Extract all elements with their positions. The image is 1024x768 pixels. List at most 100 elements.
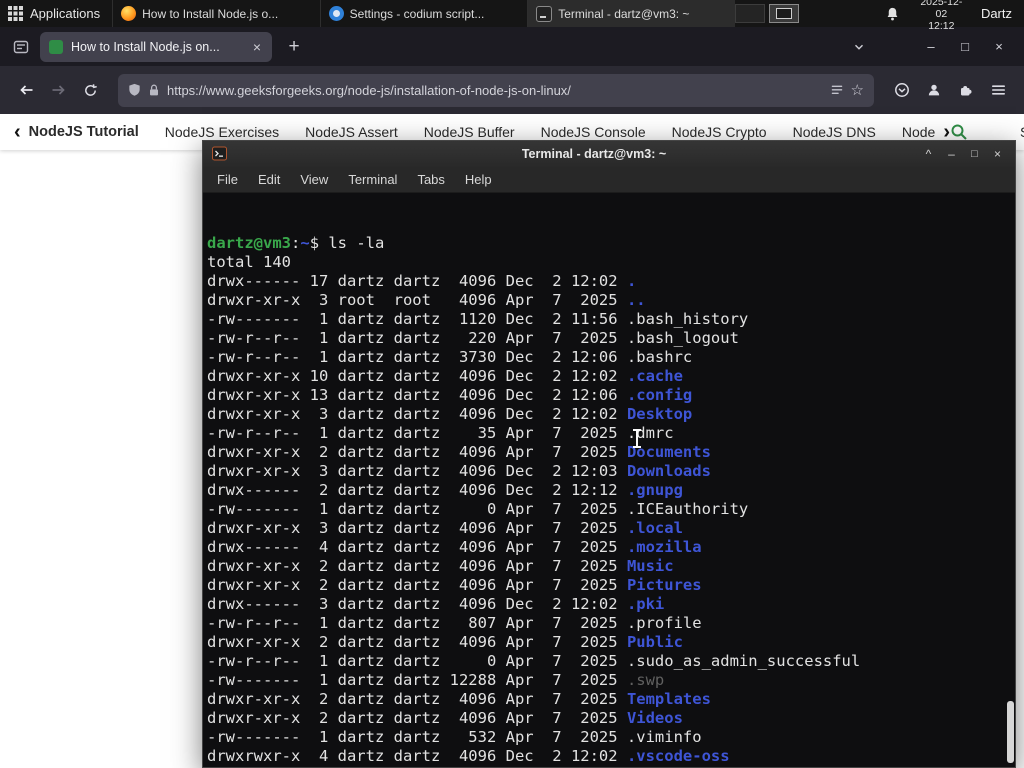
terminal-line: drwxr-xr-x 2 dartz dartz 4096 Apr 7 2025… <box>207 690 1015 709</box>
desktop: Applications How to Install Node.js o...… <box>0 0 1024 768</box>
taskbar-button-firefox[interactable]: How to Install Node.js o... <box>112 0 320 27</box>
terminal-text-segment: -rw------- 1 dartz dartz 48 Dec 2 10:39 … <box>207 766 730 767</box>
terminal-close-button[interactable]: × <box>986 144 1009 164</box>
nav-item-nodejs-dns[interactable]: NodeJS DNS <box>793 124 876 140</box>
menu-hamburger-icon[interactable] <box>982 74 1014 106</box>
terminal-text-segment: .gnupg <box>626 481 683 499</box>
reader-view-icon[interactable] <box>830 83 844 97</box>
top-panel: Applications How to Install Node.js o...… <box>0 0 1024 32</box>
menu-terminal[interactable]: Terminal <box>338 172 407 187</box>
terminal-text-segment: drwx------ 17 dartz dartz 4096 Dec 2 12:… <box>207 272 627 290</box>
terminal-line: -rw------- 1 dartz dartz 48 Dec 2 10:39 … <box>207 766 1015 767</box>
terminal-maximize-button[interactable]: □ <box>963 144 986 164</box>
search-icon[interactable] <box>950 123 968 141</box>
taskbar-button-terminal[interactable]: Terminal - dartz@vm3: ~ <box>527 0 735 27</box>
terminal-line: -rw------- 1 dartz dartz 532 Apr 7 2025 … <box>207 728 1015 747</box>
clock[interactable]: 2025-12-02 12:12 <box>916 0 967 32</box>
applications-grid-icon <box>8 6 23 21</box>
terminal-line: drwxr-xr-x 3 dartz dartz 4096 Dec 2 12:0… <box>207 405 1015 424</box>
reload-button[interactable] <box>74 74 106 106</box>
workspace-switcher[interactable] <box>734 0 799 27</box>
nav-brand-nodejs-tutorial[interactable]: NodeJS Tutorial <box>29 124 139 140</box>
terminal-titlebar[interactable]: Terminal - dartz@vm3: ~ ^ – □ × <box>203 141 1015 167</box>
terminal-text-segment: $ ls -la <box>309 234 385 252</box>
bookmark-star-icon[interactable]: ☆ <box>851 83 864 98</box>
new-tab-button[interactable]: + <box>280 33 308 61</box>
terminal-line: drwxrwxr-x 4 dartz dartz 4096 Dec 2 12:0… <box>207 747 1015 766</box>
nav-item-node-truncated[interactable]: Node <box>902 124 935 140</box>
browser-toolbar: https://www.geeksforgeeks.org/node-js/in… <box>0 66 1024 114</box>
url-bar[interactable]: https://www.geeksforgeeks.org/node-js/in… <box>118 73 874 107</box>
browser-maximize-button[interactable]: □ <box>948 32 982 62</box>
terminal-text-segment: .vscode-oss <box>626 747 730 765</box>
terminal-text-segment: drwxr-xr-x 3 root root 4096 Apr 7 2025 <box>207 291 627 309</box>
terminal-text-segment: -rw------- 1 dartz dartz 0 Apr 7 2025 .I… <box>207 500 749 518</box>
menu-tabs[interactable]: Tabs <box>407 172 454 187</box>
terminal-menubar: File Edit View Terminal Tabs Help <box>203 167 1015 193</box>
account-icon[interactable] <box>918 74 950 106</box>
firefox-view-icon[interactable] <box>8 34 34 60</box>
terminal-output-lines: dartz@vm3:~$ ls -la total 140 drwx------ 1… <box>207 234 1015 767</box>
nav-scroll-right-icon[interactable]: › <box>943 122 950 142</box>
terminal-scrollbar-thumb[interactable] <box>1007 701 1014 763</box>
list-all-tabs-chevron-icon[interactable] <box>844 33 874 61</box>
menu-help[interactable]: Help <box>455 172 502 187</box>
workspace-1[interactable] <box>734 4 765 23</box>
terminal-line: drwxr-xr-x 3 root root 4096 Apr 7 2025 .… <box>207 291 1015 310</box>
terminal-text-segment: -rw-r--r-- 1 dartz dartz 35 Apr 7 2025 .… <box>207 424 674 442</box>
terminal-text-segment: -rw-r--r-- 1 dartz dartz 3730 Dec 2 12:0… <box>207 348 693 366</box>
workspace-2[interactable] <box>768 4 799 23</box>
terminal-line: -rw------- 1 dartz dartz 1120 Dec 2 11:5… <box>207 310 1015 329</box>
terminal-shade-button[interactable]: ^ <box>917 144 940 164</box>
nav-item-nodejs-crypto[interactable]: NodeJS Crypto <box>672 124 767 140</box>
pocket-icon[interactable] <box>886 74 918 106</box>
terminal-line: drwxr-xr-x 2 dartz dartz 4096 Apr 7 2025… <box>207 557 1015 576</box>
terminal-line: drwx------ 2 dartz dartz 4096 Dec 2 12:1… <box>207 481 1015 500</box>
tab-close-icon[interactable]: × <box>251 39 263 55</box>
terminal-text-segment: : <box>291 234 301 252</box>
back-button[interactable] <box>10 74 42 106</box>
terminal-text-segment: Videos <box>626 709 683 727</box>
menu-view[interactable]: View <box>290 172 338 187</box>
browser-close-button[interactable]: × <box>982 32 1016 62</box>
nav-item-nodejs-assert[interactable]: NodeJS Assert <box>305 124 398 140</box>
tab-favicon-gfg <box>49 39 63 54</box>
terminal-minimize-button[interactable]: – <box>940 144 963 164</box>
sign-in-button[interactable]: Sign In <box>1020 124 1024 140</box>
browser-minimize-button[interactable]: – <box>914 32 948 62</box>
terminal-window-icon <box>212 146 227 161</box>
terminal-text-segment: Public <box>626 633 683 651</box>
taskbar-button-settings[interactable]: Settings - codium script... <box>319 0 528 27</box>
terminal-scrollbar[interactable] <box>1005 193 1015 767</box>
terminal-output[interactable]: dartz@vm3:~$ ls -la total 140 drwx------ 1… <box>203 193 1015 767</box>
nav-scroll-left-icon[interactable]: ‹ <box>14 122 21 142</box>
firefox-icon <box>121 6 137 21</box>
menu-edit[interactable]: Edit <box>248 172 290 187</box>
terminal-text-segment: -rw------- 1 dartz dartz 1120 Dec 2 11:5… <box>207 310 749 328</box>
terminal-text-segment: drwxr-xr-x 2 dartz dartz 4096 Apr 7 2025 <box>207 709 627 727</box>
nav-item-nodejs-exercises[interactable]: NodeJS Exercises <box>165 124 279 140</box>
forward-button[interactable] <box>42 74 74 106</box>
terminal-text-segment: .pki <box>626 595 665 613</box>
nav-item-nodejs-buffer[interactable]: NodeJS Buffer <box>424 124 515 140</box>
terminal-window: Terminal - dartz@vm3: ~ ^ – □ × File Edi… <box>202 140 1016 768</box>
terminal-text-segment: drwx------ 2 dartz dartz 4096 Dec 2 12:1… <box>207 481 627 499</box>
terminal-line: total 140 <box>207 253 1015 272</box>
menu-file[interactable]: File <box>207 172 248 187</box>
browser-tab[interactable]: How to Install Node.js on... × <box>40 31 272 62</box>
terminal-line: -rw-r--r-- 1 dartz dartz 807 Apr 7 2025 … <box>207 614 1015 633</box>
terminal-text-segment: .. <box>626 291 646 309</box>
applications-menu[interactable]: Applications <box>0 0 112 27</box>
tab-title: How to Install Node.js on... <box>71 39 220 54</box>
terminal-line: drwxr-xr-x 3 dartz dartz 4096 Dec 2 12:0… <box>207 462 1015 481</box>
terminal-text-segment: Templates <box>626 690 711 708</box>
terminal-line: -rw-r--r-- 1 dartz dartz 220 Apr 7 2025 … <box>207 329 1015 348</box>
notification-bell-icon[interactable] <box>885 0 900 27</box>
tracking-shield-icon[interactable] <box>128 83 141 97</box>
terminal-text-segment: drwxr-xr-x 2 dartz dartz 4096 Apr 7 2025 <box>207 557 627 575</box>
nav-item-nodejs-console[interactable]: NodeJS Console <box>541 124 646 140</box>
terminal-line: -rw-r--r-- 1 dartz dartz 3730 Dec 2 12:0… <box>207 348 1015 367</box>
terminal-text-segment: Music <box>626 557 674 575</box>
lock-icon[interactable] <box>148 84 160 97</box>
extensions-icon[interactable] <box>950 74 982 106</box>
